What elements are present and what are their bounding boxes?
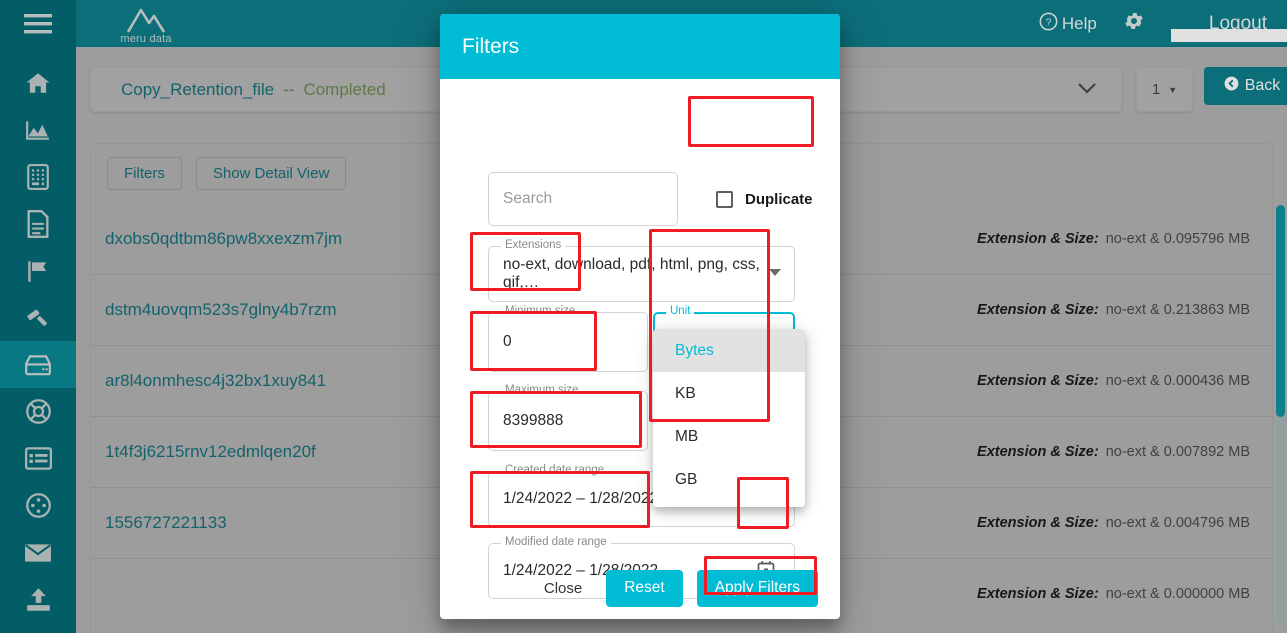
- created-date-range-value: 1/24/2022 – 1/28/2022: [503, 490, 659, 507]
- dialog-footer: Close Reset Apply Filters: [440, 557, 840, 619]
- maximum-size-input[interactable]: Maximum size 8399888: [488, 384, 648, 451]
- dialog-body: Search Duplicate Extensions no-ext, down…: [440, 79, 840, 599]
- maximum-size-value: 8399888: [503, 412, 564, 429]
- filters-dialog: Filters Search Duplicate Extensions no-e…: [440, 14, 840, 619]
- extensions-value: no-ext, download, pdf, html, png, css, g…: [503, 256, 760, 291]
- chevron-down-icon: [769, 269, 781, 276]
- search-placeholder: Search: [503, 190, 553, 207]
- app-root: meru data ? Help Logout Copy_Retention_f…: [0, 0, 1287, 633]
- minimum-size-label: Minimum size: [501, 305, 580, 317]
- unit-option-kb[interactable]: KB: [653, 372, 805, 415]
- duplicate-checkbox[interactable]: Duplicate: [692, 174, 838, 224]
- minimum-size-input[interactable]: Minimum size 0: [488, 305, 648, 372]
- modified-date-range-label: Modified date range: [501, 536, 611, 548]
- unit-option-gb[interactable]: GB: [653, 458, 805, 501]
- search-input[interactable]: Search: [488, 172, 678, 226]
- dialog-header: Filters: [440, 14, 840, 79]
- unit-label: Unit: [666, 305, 695, 317]
- checkbox-box-icon[interactable]: [716, 190, 733, 208]
- close-button[interactable]: Close: [534, 580, 592, 597]
- minimum-size-value: 0: [503, 333, 512, 350]
- extensions-label: Extensions: [501, 239, 566, 251]
- unit-option-bytes[interactable]: Bytes: [653, 329, 805, 372]
- extensions-select[interactable]: Extensions no-ext, download, pdf, html, …: [488, 239, 795, 302]
- unit-option-mb[interactable]: MB: [653, 415, 805, 458]
- reset-button[interactable]: Reset: [606, 569, 683, 607]
- maximum-size-label: Maximum size: [501, 384, 583, 396]
- unit-options-dropdown[interactable]: Bytes KB MB GB: [653, 329, 805, 507]
- dialog-title: Filters: [462, 34, 520, 58]
- duplicate-label: Duplicate: [745, 190, 813, 208]
- apply-filters-button[interactable]: Apply Filters: [696, 569, 818, 607]
- created-date-range-label: Created date range: [501, 464, 609, 476]
